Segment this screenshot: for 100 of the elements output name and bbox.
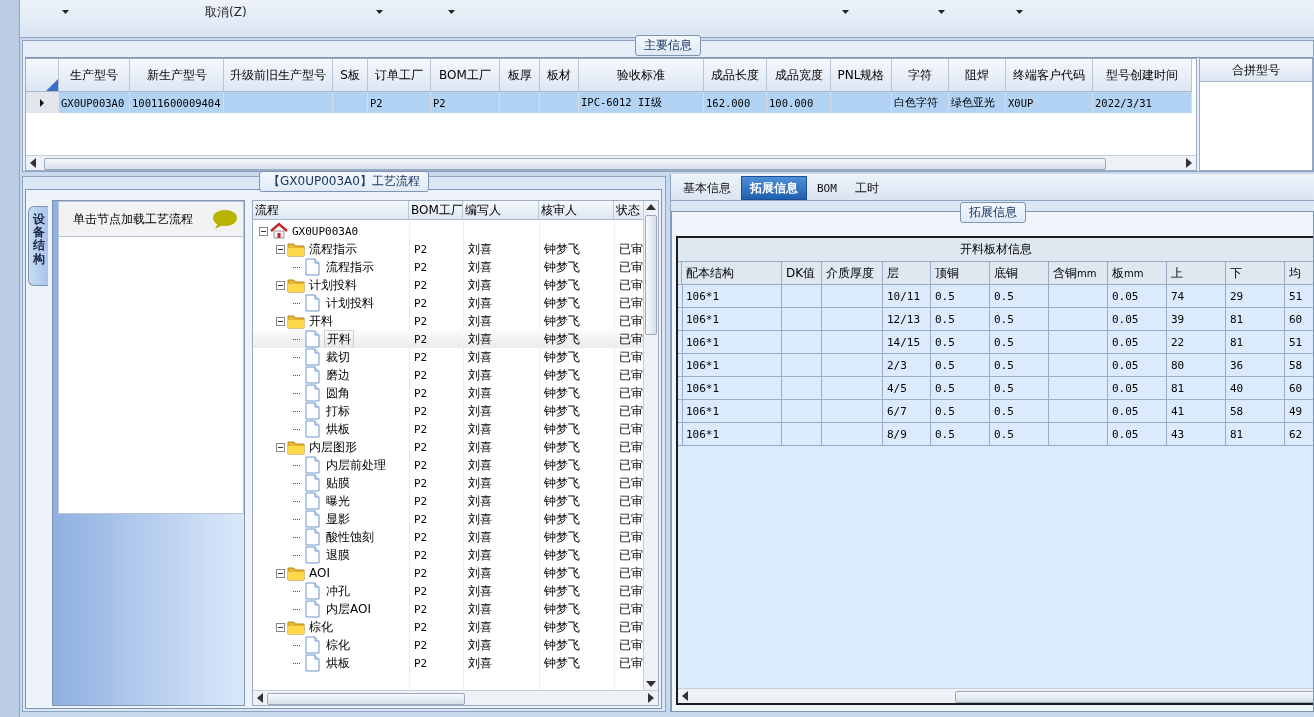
column-header[interactable]: 验收标准 <box>579 59 704 92</box>
column-header[interactable]: 流程 <box>253 201 409 220</box>
node-label[interactable]: 棕化 <box>324 636 352 654</box>
tree-row[interactable]: 冲孔 P2 刘喜 钟梦飞 已审 <box>253 582 643 600</box>
node-label[interactable]: 退膜 <box>324 546 352 564</box>
column-header[interactable]: 顶铜 <box>931 262 990 285</box>
tree-row[interactable]: 曝光 P2 刘喜 钟梦飞 已审 <box>253 492 643 510</box>
tree-row[interactable]: 计划投料 P2 刘喜 钟梦飞 已审 <box>253 276 643 294</box>
column-header[interactable]: 上 <box>1167 262 1226 285</box>
collapse-icon[interactable] <box>276 280 285 290</box>
column-header[interactable]: BOM工厂 <box>409 201 463 220</box>
tab[interactable]: 拓展信息 <box>741 176 807 200</box>
node-label[interactable]: 计划投料 <box>307 276 359 294</box>
tree-row[interactable]: AOI P2 刘喜 钟梦飞 已审 <box>253 564 643 582</box>
scroll-thumb[interactable] <box>955 691 1313 703</box>
column-header[interactable]: BOM工厂 <box>431 59 500 92</box>
tree-row[interactable]: 磨边 P2 刘喜 钟梦飞 已审 <box>253 366 643 384</box>
tree-row[interactable]: GX0UP003A0 <box>253 222 643 240</box>
tree-row[interactable]: 裁切 P2 刘喜 钟梦飞 已审 <box>253 348 643 366</box>
column-header[interactable]: 状态 <box>614 201 643 220</box>
tree-row[interactable]: 显影 P2 刘喜 钟梦飞 已审 <box>253 510 643 528</box>
node-label[interactable]: 流程指示 <box>324 258 376 276</box>
node-label[interactable]: 打标 <box>324 402 352 420</box>
column-header[interactable]: 层 <box>883 262 931 285</box>
node-label[interactable]: 计划投料 <box>324 294 376 312</box>
node-label[interactable]: 内层前处理 <box>324 456 388 474</box>
horizontal-scrollbar[interactable] <box>26 155 1196 170</box>
column-header[interactable]: 核审人 <box>539 201 614 220</box>
side-tab[interactable]: 设备结构 <box>28 206 48 286</box>
tree-row[interactable]: 退膜 P2 刘喜 钟梦飞 已审 <box>253 546 643 564</box>
tree-row[interactable]: 内层图形 P2 刘喜 钟梦飞 已审 <box>253 438 643 456</box>
tree-row[interactable]: 贴膜 P2 刘喜 钟梦飞 已审 <box>253 474 643 492</box>
node-label[interactable]: 磨边 <box>324 366 352 384</box>
tree-row[interactable]: 酸性蚀刻 P2 刘喜 钟梦飞 已审 <box>253 528 643 546</box>
tree-row[interactable]: 内层前处理 P2 刘喜 钟梦飞 已审 <box>253 456 643 474</box>
tab[interactable]: 工时 <box>846 176 887 200</box>
column-header[interactable]: 编写人 <box>463 201 539 220</box>
table-row[interactable]: GX0UP003A0 10011600009404 P2 P2 IPC-6012 II级 162.000 100.000 白色字符 绿色亚光 X0UP 2022/3/31 <box>26 92 1196 113</box>
column-header[interactable]: 板厚 <box>500 59 540 92</box>
node-label[interactable]: 内层图形 <box>307 438 359 456</box>
collapse-icon[interactable] <box>276 622 285 632</box>
node-label[interactable]: AOI <box>307 566 332 580</box>
node-label[interactable]: 流程指示 <box>307 240 359 258</box>
node-label[interactable]: 贴膜 <box>324 474 352 492</box>
scroll-thumb[interactable] <box>645 215 657 335</box>
column-header[interactable]: 成品长度 <box>704 59 767 92</box>
tree-row[interactable]: 棕化 P2 刘喜 钟梦飞 已审 <box>253 618 643 636</box>
scroll-thumb[interactable] <box>44 158 1106 170</box>
node-label[interactable]: 曝光 <box>324 492 352 510</box>
tab[interactable]: 基本信息 <box>675 176 739 200</box>
column-header[interactable]: 底铜 <box>990 262 1049 285</box>
node-label[interactable]: 烘板 <box>324 420 352 438</box>
scroll-thumb[interactable] <box>267 693 465 705</box>
column-header[interactable]: 合拼型号 <box>1200 59 1312 82</box>
node-label[interactable]: 显影 <box>324 510 352 528</box>
column-header[interactable]: S板 <box>333 59 368 92</box>
tree-row[interactable]: 流程指示 P2 刘喜 钟梦飞 已审 <box>253 240 643 258</box>
tree-row[interactable]: 圆角 P2 刘喜 钟梦飞 已审 <box>253 384 643 402</box>
node-label[interactable]: 棕化 <box>307 618 335 636</box>
collapse-icon[interactable] <box>259 226 268 236</box>
tree-row[interactable]: 烘板 P2 刘喜 钟梦飞 已审 <box>253 654 643 672</box>
horizontal-scrollbar[interactable] <box>253 690 658 705</box>
column-header[interactable]: 升级前旧生产型号 <box>224 59 333 92</box>
column-header[interactable]: 订单工厂 <box>368 59 431 92</box>
column-header[interactable]: 字符 <box>892 59 949 92</box>
column-header[interactable]: 均 <box>1285 262 1313 285</box>
column-header[interactable]: DK值 <box>782 262 822 285</box>
cancel-label[interactable]: 取消(Z) <box>205 4 247 21</box>
column-header[interactable]: 成品宽度 <box>767 59 831 92</box>
node-label[interactable]: 烘板 <box>324 654 352 672</box>
tree-row[interactable]: 内层AOI P2 刘喜 钟梦飞 已审 <box>253 600 643 618</box>
collapse-icon[interactable] <box>276 442 285 452</box>
collapse-icon[interactable] <box>276 568 285 578</box>
tree-row[interactable]: 打标 P2 刘喜 钟梦飞 已审 <box>253 402 643 420</box>
collapse-icon[interactable] <box>276 244 285 254</box>
tree-row[interactable]: 开料 P2 刘喜 钟梦飞 已审 <box>253 330 643 348</box>
tab[interactable]: BOM <box>809 176 845 200</box>
column-header[interactable]: 新生产型号 <box>130 59 224 92</box>
node-label[interactable]: 圆角 <box>324 384 352 402</box>
column-header[interactable]: 终端客户代码 <box>1006 59 1093 92</box>
collapse-icon[interactable] <box>276 316 285 326</box>
column-header[interactable]: 阻焊 <box>949 59 1006 92</box>
tree-row[interactable]: 开料 P2 刘喜 钟梦飞 已审 <box>253 312 643 330</box>
node-label[interactable]: 裁切 <box>324 348 352 366</box>
column-header[interactable]: 板材 <box>540 59 579 92</box>
tree-row[interactable]: 棕化 P2 刘喜 钟梦飞 已审 <box>253 636 643 654</box>
column-header[interactable]: 型号创建时间 <box>1093 59 1192 92</box>
node-label[interactable]: 开料 <box>307 312 335 330</box>
column-header[interactable]: 下 <box>1226 262 1285 285</box>
node-label[interactable]: 冲孔 <box>324 582 352 600</box>
tree-row[interactable]: 流程指示 P2 刘喜 钟梦飞 已审 <box>253 258 643 276</box>
horizontal-scrollbar[interactable] <box>678 688 1313 703</box>
node-label[interactable]: GX0UP003A0 <box>290 224 361 238</box>
node-label[interactable]: 内层AOI <box>324 600 373 618</box>
node-label[interactable]: 酸性蚀刻 <box>324 528 376 546</box>
column-header[interactable]: PNL规格 <box>831 59 892 92</box>
column-header[interactable]: 配本结构 <box>682 262 782 285</box>
column-header[interactable]: 介质厚度 <box>822 262 883 285</box>
column-header[interactable]: 生产型号 <box>59 59 130 92</box>
node-label[interactable]: 开料 <box>324 330 354 348</box>
